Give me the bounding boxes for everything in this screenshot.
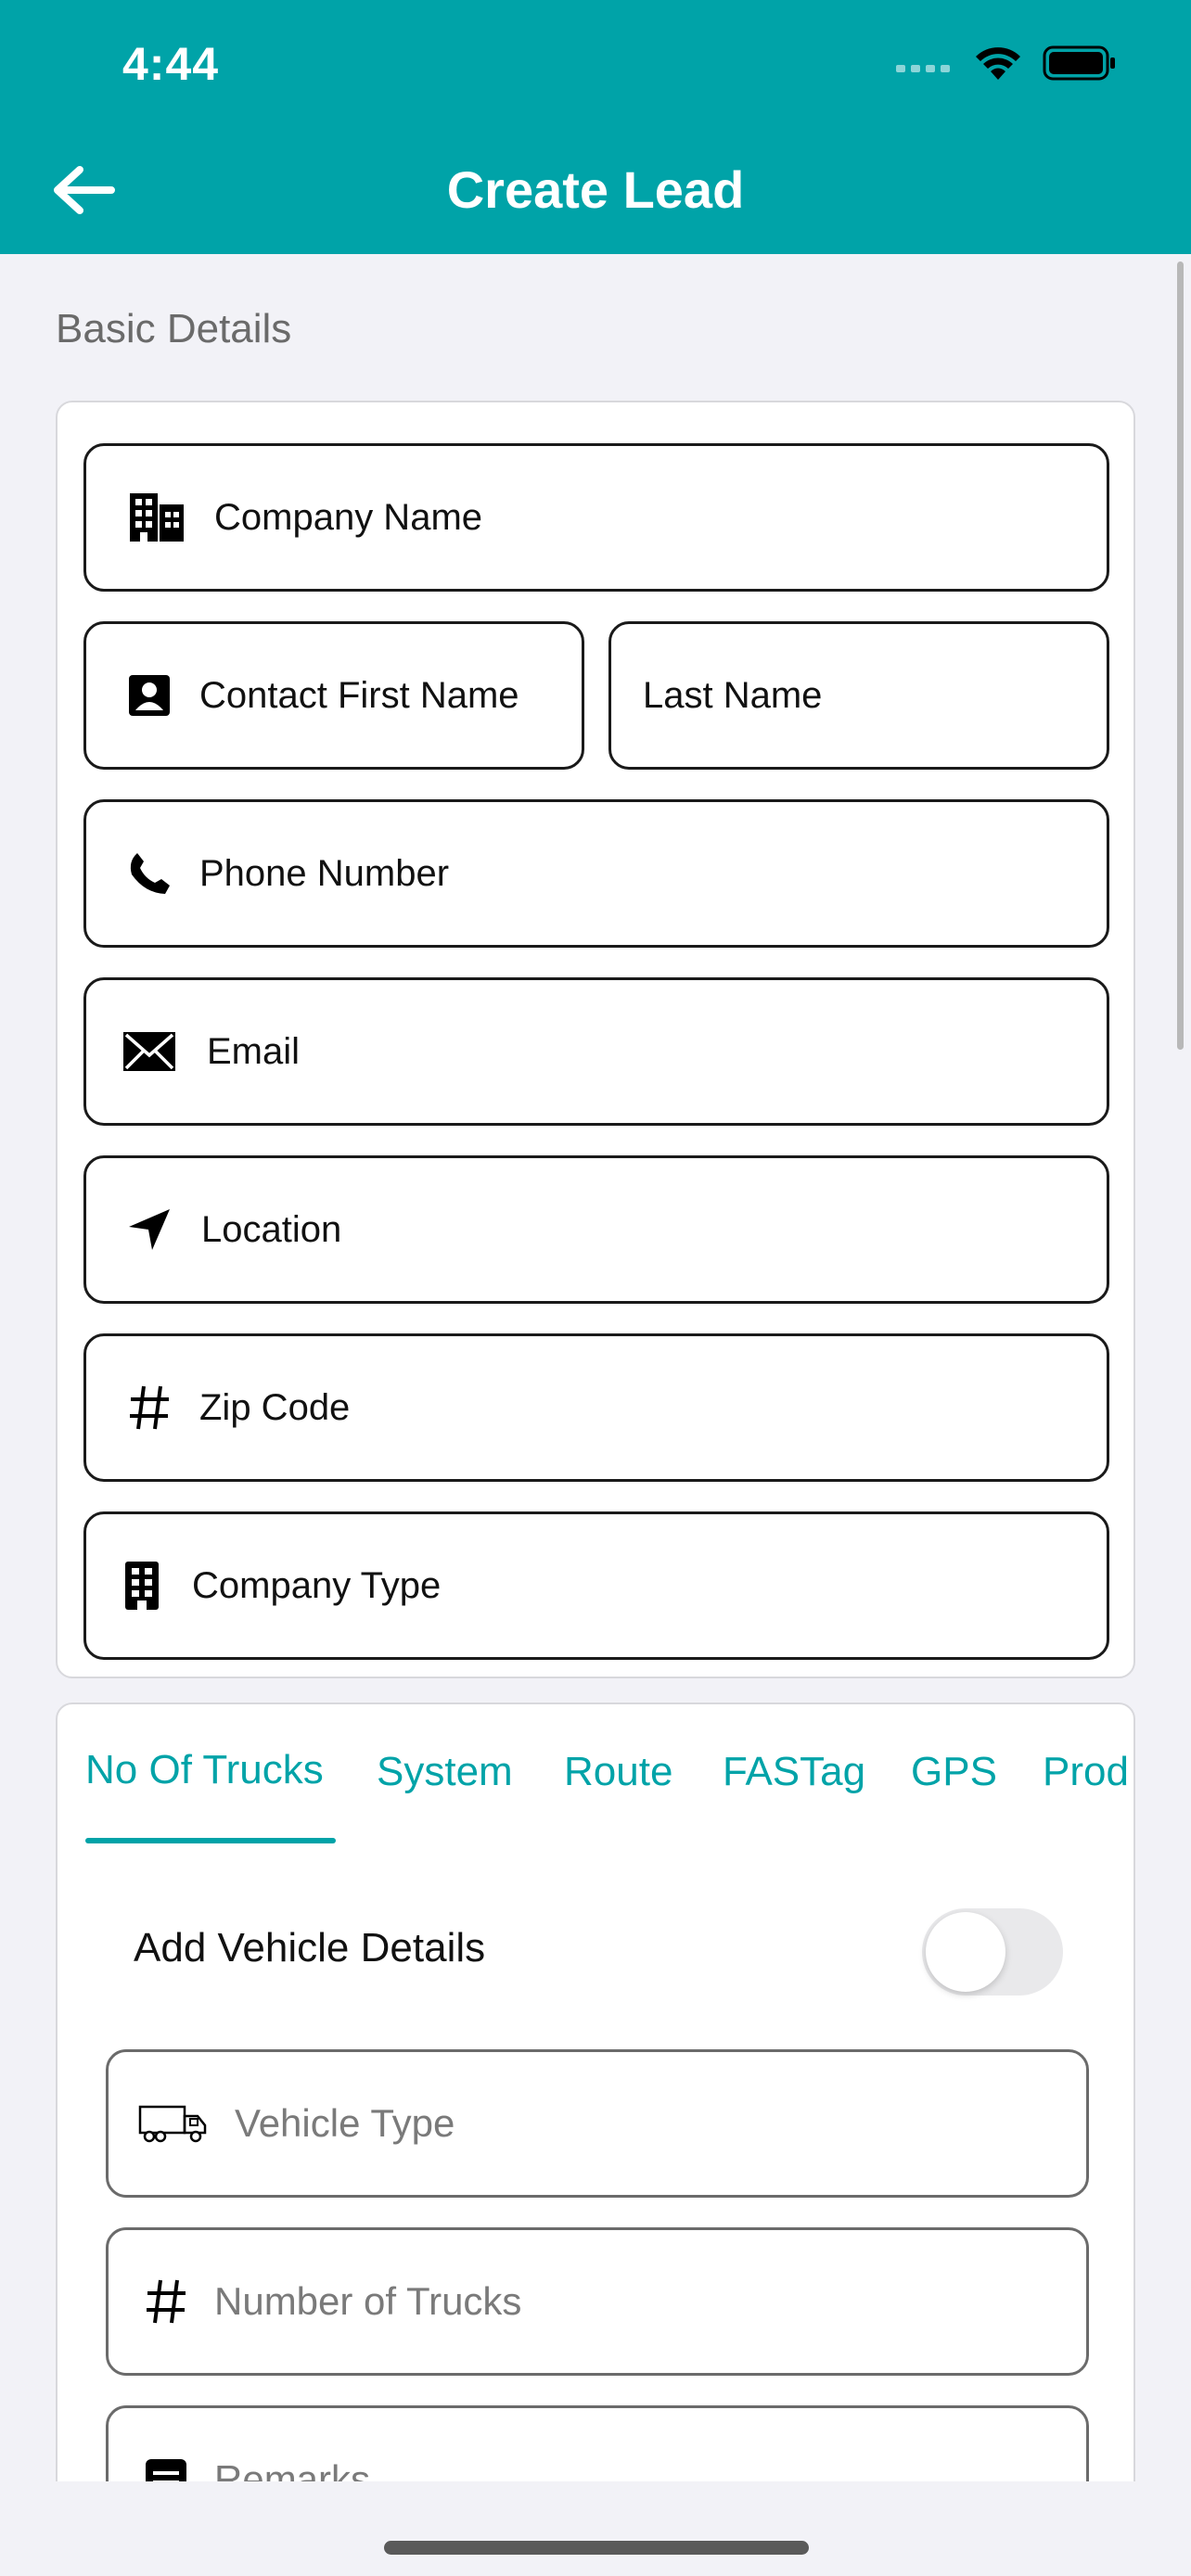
section-title-basic-details: Basic Details xyxy=(56,306,292,351)
battery-icon xyxy=(1043,45,1115,81)
email-field[interactable]: Email xyxy=(83,977,1109,1126)
last-name-field[interactable]: Last Name xyxy=(608,621,1109,770)
number-of-trucks-placeholder: Number of Trucks xyxy=(214,2279,522,2323)
phone-field[interactable]: Phone Number xyxy=(83,799,1109,948)
location-field[interactable]: Location xyxy=(83,1155,1109,1304)
first-name-field[interactable]: Contact First Name xyxy=(83,621,584,770)
company-name-field[interactable]: Company Name xyxy=(83,443,1109,592)
wifi-icon xyxy=(976,47,1020,80)
location-label: Location xyxy=(201,1208,342,1250)
contact-card-icon xyxy=(112,673,186,718)
last-name-label: Last Name xyxy=(643,674,823,716)
number-of-trucks-field[interactable]: Number of Trucks xyxy=(106,2227,1089,2376)
envelope-icon xyxy=(112,1031,186,1072)
vehicle-type-field[interactable]: Vehicle Type xyxy=(106,2049,1089,2198)
toggle-knob xyxy=(926,1912,1005,1992)
status-time: 4:44 xyxy=(122,38,220,90)
tab-fastag[interactable]: FASTag xyxy=(723,1749,865,1795)
page-title: Create Lead xyxy=(446,160,745,219)
active-tab-indicator xyxy=(85,1838,336,1843)
tab-gps[interactable]: GPS xyxy=(911,1749,997,1795)
signal-icon xyxy=(896,65,950,72)
building-icon xyxy=(120,491,194,543)
company-name-label: Company Name xyxy=(214,496,483,538)
vehicle-type-placeholder: Vehicle Type xyxy=(235,2101,455,2145)
tab-no-of-trucks[interactable]: No Of Trucks xyxy=(85,1747,324,1793)
company-type-field[interactable]: Company Type xyxy=(83,1511,1109,1660)
office-building-icon xyxy=(105,1560,179,1612)
add-vehicle-details-toggle[interactable] xyxy=(922,1908,1063,1996)
tab-system[interactable]: System xyxy=(377,1749,513,1795)
scrollbar[interactable] xyxy=(1177,261,1184,1050)
bottom-safe-area xyxy=(0,2481,1191,2576)
phone-icon xyxy=(112,850,186,897)
tabs-card: No Of Trucks System Route FASTag GPS Pro… xyxy=(56,1702,1135,2576)
status-bar: 4:44 xyxy=(0,0,1191,130)
company-type-label: Company Type xyxy=(192,1564,442,1606)
hashtag-icon xyxy=(129,2277,203,2326)
hashtag-icon xyxy=(112,1384,186,1432)
basic-details-card: Company Name Contact First Name Last Nam… xyxy=(56,401,1135,1678)
nav-bar: Create Lead xyxy=(0,130,1191,254)
location-arrow-icon xyxy=(112,1206,186,1253)
zip-code-field[interactable]: Zip Code xyxy=(83,1333,1109,1482)
add-vehicle-details-label: Add Vehicle Details xyxy=(134,1925,486,1970)
tab-route[interactable]: Route xyxy=(564,1749,672,1795)
email-label: Email xyxy=(207,1030,301,1072)
tab-prod[interactable]: Prod xyxy=(1043,1749,1129,1795)
truck-icon xyxy=(138,2103,209,2144)
phone-label: Phone Number xyxy=(199,852,450,894)
home-indicator[interactable] xyxy=(384,2541,809,2555)
first-name-label: Contact First Name xyxy=(199,674,519,716)
tab-bar: No Of Trucks System Route FASTag GPS Pro… xyxy=(58,1704,1133,1843)
status-icons xyxy=(896,45,1117,82)
zip-code-label: Zip Code xyxy=(199,1386,351,1428)
